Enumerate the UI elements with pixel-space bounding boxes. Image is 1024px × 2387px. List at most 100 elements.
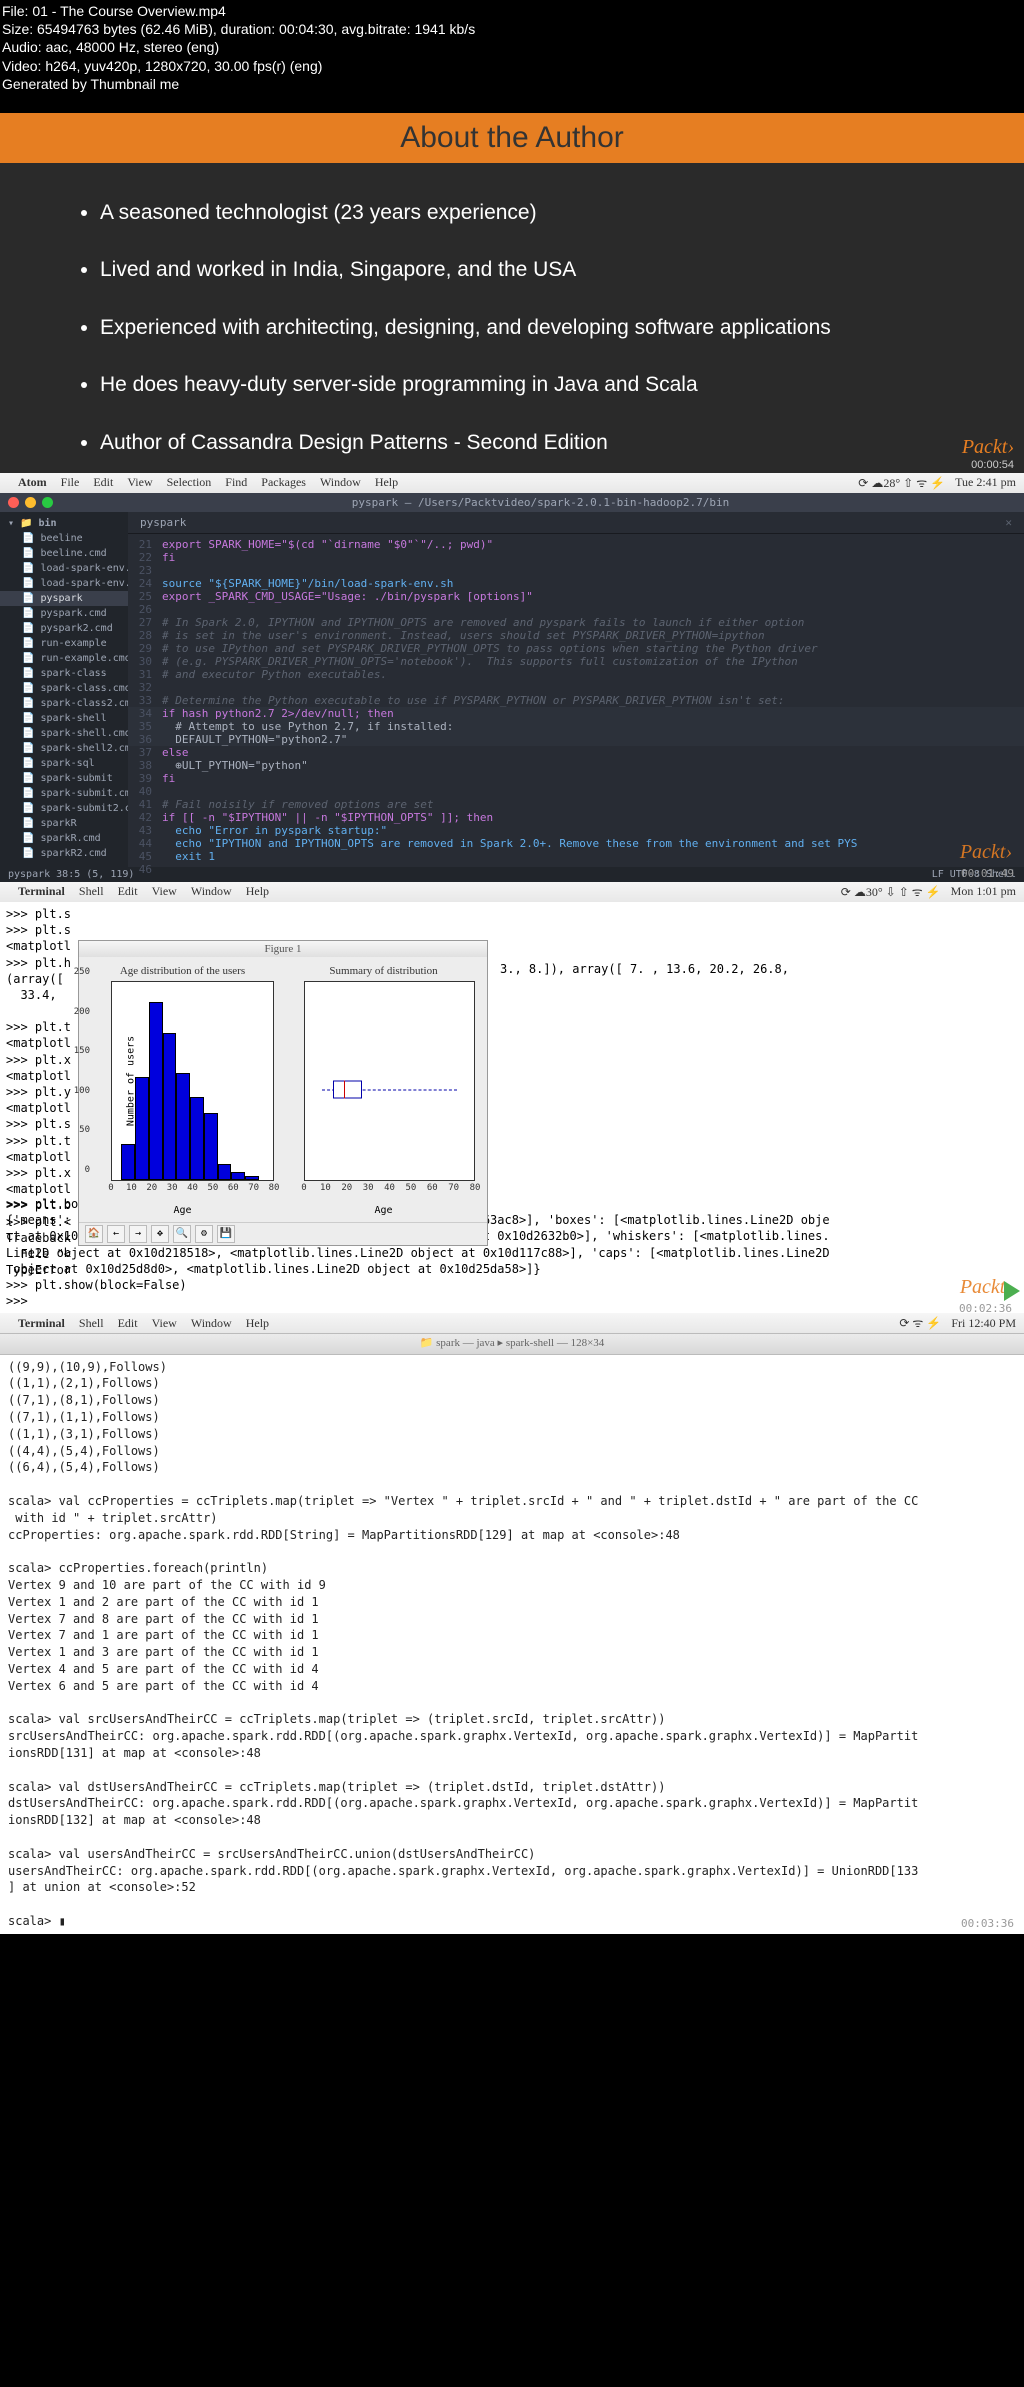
atom-editor-screenshot: Atom File Edit View Selection Find Packa… xyxy=(0,473,1024,882)
file-tree[interactable]: ▾ 📁 bin 📄 beeline📄 beeline.cmd📄 load-spa… xyxy=(0,512,128,867)
menubar-clock[interactable]: Tue 2:41 pm xyxy=(955,475,1016,490)
tree-file[interactable]: 📄 sparkR.cmd xyxy=(0,831,128,846)
menu-packages[interactable]: Packages xyxy=(261,475,306,490)
menubar-clock[interactable]: Mon 1:01 pm xyxy=(951,884,1016,899)
code-line[interactable]: 46 xyxy=(128,863,1024,876)
menubar-status-icons[interactable]: ⟳ ☁28° ⇧ ᯤ ⚡ xyxy=(858,474,945,491)
tree-file[interactable]: 📄 load-spark-env.cmd xyxy=(0,561,128,576)
menu-selection[interactable]: Selection xyxy=(167,475,212,490)
forward-icon[interactable]: → xyxy=(129,1225,147,1243)
menu-view[interactable]: View xyxy=(152,1315,177,1332)
code-line[interactable]: 30# (e.g. PYSPARK_DRIVER_PYTHON_OPTS='no… xyxy=(128,655,1024,668)
app-menu[interactable]: Terminal xyxy=(18,1315,65,1332)
app-menu[interactable]: Terminal xyxy=(18,884,65,899)
menu-window[interactable]: Window xyxy=(191,1315,232,1332)
figure-toolbar[interactable]: 🏠 ← → ✥ 🔍 ⚙ 💾 xyxy=(79,1222,487,1245)
code-line[interactable]: 44 echo "IPYTHON and IPYTHON_OPTS are re… xyxy=(128,837,1024,850)
zoom-icon[interactable]: 🔍 xyxy=(173,1225,191,1243)
menubar-status-icons[interactable]: ⟳ ᯤ ⚡ xyxy=(899,1315,941,1332)
tree-file[interactable]: 📄 spark-shell xyxy=(0,711,128,726)
code-line[interactable]: 35 # Attempt to use Python 2.7, if insta… xyxy=(128,720,1024,733)
code-line[interactable]: 26 xyxy=(128,603,1024,616)
menu-help[interactable]: Help xyxy=(246,884,269,899)
code-line[interactable]: 38 ⊕ULT_PYTHON="python" xyxy=(128,759,1024,772)
histogram-bar xyxy=(163,1033,177,1180)
code-line[interactable]: 45 exit 1 xyxy=(128,850,1024,863)
home-icon[interactable]: 🏠 xyxy=(85,1225,103,1243)
code-line[interactable]: 21export SPARK_HOME="$(cd "`dirname "$0"… xyxy=(128,538,1024,551)
code-line[interactable]: 25export _SPARK_CMD_USAGE="Usage: ./bin/… xyxy=(128,590,1024,603)
menu-shell[interactable]: Shell xyxy=(79,884,104,899)
histogram-bar xyxy=(231,1172,245,1180)
tree-file[interactable]: 📄 run-example xyxy=(0,636,128,651)
code-line[interactable]: 43 echo "Error in pyspark startup:" xyxy=(128,824,1024,837)
editor-tab[interactable]: pyspark ✕ xyxy=(128,512,1024,534)
tree-file[interactable]: 📄 spark-class.cmd xyxy=(0,681,128,696)
code-line[interactable]: 37else xyxy=(128,746,1024,759)
code-line[interactable]: 41# Fail noisily if removed options are … xyxy=(128,798,1024,811)
menu-help[interactable]: Help xyxy=(246,1315,269,1332)
tree-file[interactable]: 📄 run-example.cmd xyxy=(0,651,128,666)
code-line[interactable]: 24source "${SPARK_HOME}"/bin/load-spark-… xyxy=(128,577,1024,590)
histogram-bar xyxy=(218,1164,232,1180)
menu-view[interactable]: View xyxy=(127,475,152,490)
code-line[interactable]: 34if hash python2.7 2>/dev/null; then xyxy=(128,707,1024,720)
back-icon[interactable]: ← xyxy=(107,1225,125,1243)
code-editor[interactable]: pyspark ✕ 21export SPARK_HOME="$(cd "`di… xyxy=(128,512,1024,867)
code-line[interactable]: 40 xyxy=(128,785,1024,798)
menu-view[interactable]: View xyxy=(152,884,177,899)
menu-find[interactable]: Find xyxy=(225,475,247,490)
timestamp: 00:01:49 xyxy=(961,867,1014,880)
close-button[interactable] xyxy=(8,497,19,508)
menu-window[interactable]: Window xyxy=(320,475,361,490)
figure-titlebar[interactable]: Figure 1 xyxy=(79,941,487,957)
save-icon[interactable]: 💾 xyxy=(217,1225,235,1243)
menu-edit[interactable]: Edit xyxy=(118,884,138,899)
code-line[interactable]: 32 xyxy=(128,681,1024,694)
pan-icon[interactable]: ✥ xyxy=(151,1225,169,1243)
config-icon[interactable]: ⚙ xyxy=(195,1225,213,1243)
code-line[interactable]: 31# and executor Python executables. xyxy=(128,668,1024,681)
menu-edit[interactable]: Edit xyxy=(118,1315,138,1332)
tree-file[interactable]: 📄 pyspark.cmd xyxy=(0,606,128,621)
code-line[interactable]: 42if [[ -n "$IPYTHON" || -n "$IPYTHON_OP… xyxy=(128,811,1024,824)
tree-file[interactable]: 📄 load-spark-env.sh xyxy=(0,576,128,591)
traffic-lights[interactable] xyxy=(8,497,53,508)
terminal-output[interactable]: ((9,9),(10,9),Follows) ((1,1),(2,1),Foll… xyxy=(0,1355,1024,1934)
terminal-tab[interactable]: 📁 spark — java ▸ spark-shell — 128×34 xyxy=(0,1333,1024,1354)
menubar-clock[interactable]: Fri 12:40 PM xyxy=(951,1315,1016,1332)
matplotlib-figure-window[interactable]: Figure 1 Age distribution of the users N… xyxy=(78,940,488,1246)
minimize-button[interactable] xyxy=(25,497,36,508)
code-line[interactable]: 22fi xyxy=(128,551,1024,564)
tree-file[interactable]: 📄 spark-submit xyxy=(0,771,128,786)
tree-file[interactable]: 📄 spark-shell2.cmd xyxy=(0,741,128,756)
tree-file[interactable]: 📄 sparkR2.cmd xyxy=(0,846,128,861)
code-line[interactable]: 23 xyxy=(128,564,1024,577)
menu-shell[interactable]: Shell xyxy=(79,1315,104,1332)
menu-file[interactable]: File xyxy=(61,475,80,490)
menubar-status-icons[interactable]: ⟳ ☁30° ⇩ ⇧ ᯤ ⚡ xyxy=(841,883,941,900)
tree-file[interactable]: 📄 sparkR xyxy=(0,816,128,831)
code-line[interactable]: 27# In Spark 2.0, IPYTHON and IPYTHON_OP… xyxy=(128,616,1024,629)
tree-file[interactable]: 📄 beeline.cmd xyxy=(0,546,128,561)
menu-help[interactable]: Help xyxy=(375,475,398,490)
code-line[interactable]: 29# to use IPython and set PYSPARK_DRIVE… xyxy=(128,642,1024,655)
code-line[interactable]: 28# is set in the user's environment. In… xyxy=(128,629,1024,642)
tree-file[interactable]: 📄 spark-submit.cmd xyxy=(0,786,128,801)
zoom-button[interactable] xyxy=(42,497,53,508)
tree-file[interactable]: 📄 spark-class2.cmd xyxy=(0,696,128,711)
tree-file[interactable]: 📄 spark-shell.cmd xyxy=(0,726,128,741)
tree-file[interactable]: 📄 spark-class xyxy=(0,666,128,681)
code-line[interactable]: 33# Determine the Python executable to u… xyxy=(128,694,1024,707)
app-menu[interactable]: Atom xyxy=(18,475,47,490)
menu-edit[interactable]: Edit xyxy=(93,475,113,490)
tree-file[interactable]: 📄 spark-sql xyxy=(0,756,128,771)
tree-file[interactable]: 📄 pyspark xyxy=(0,591,128,606)
tree-file[interactable]: 📄 beeline xyxy=(0,531,128,546)
code-line[interactable]: 36 DEFAULT_PYTHON="python2.7" xyxy=(128,733,1024,746)
code-line[interactable]: 39fi xyxy=(128,772,1024,785)
tree-folder[interactable]: ▾ 📁 bin xyxy=(0,516,128,531)
tree-file[interactable]: 📄 pyspark2.cmd xyxy=(0,621,128,636)
menu-window[interactable]: Window xyxy=(191,884,232,899)
tree-file[interactable]: 📄 spark-submit2.cmd xyxy=(0,801,128,816)
